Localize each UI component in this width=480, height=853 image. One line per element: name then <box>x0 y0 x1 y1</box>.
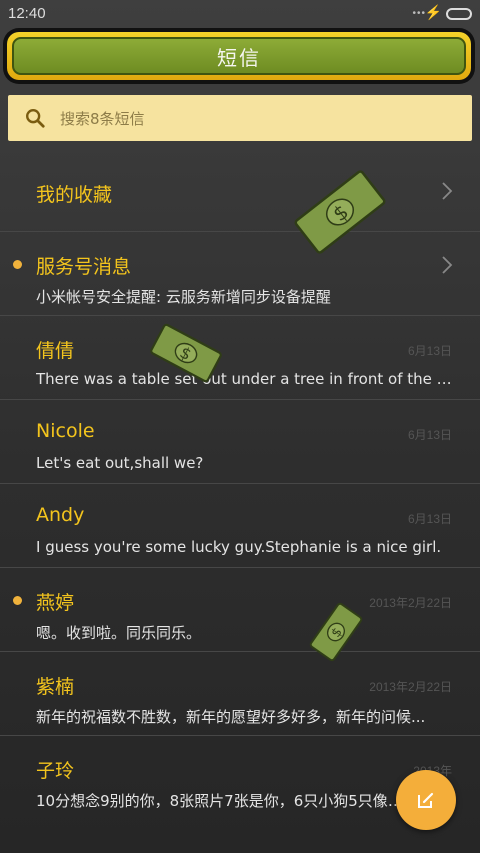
conversation-item[interactable]: Nicole 6月13日 Let's eat out,shall we? <box>0 400 480 484</box>
conversation-item[interactable]: 紫楠 2013年2月22日 新年的祝福数不胜数，新年的愿望好多好多，新年的问候.… <box>0 652 480 736</box>
conversation-date: 2013年2月22日 <box>369 596 452 610</box>
conversation-list: 我的收藏 服务号消息 小米帐号安全提醒: 云服务新增同步设备提醒 倩倩 6月13… <box>0 148 480 820</box>
money-bill-icon: $ <box>294 170 386 254</box>
conversation-name: 紫楠 <box>36 676 75 698</box>
search-input[interactable]: 搜索8条短信 <box>8 95 472 141</box>
chevron-right-icon <box>442 182 453 200</box>
conversation-date: 6月13日 <box>407 512 452 526</box>
conversation-name: 燕婷 <box>36 592 75 614</box>
conversation-date: 2013年2月22日 <box>369 680 452 694</box>
conversation-date: 6月13日 <box>407 344 452 358</box>
conversation-preview: There was a table set out under a tree i… <box>36 370 456 388</box>
edit-icon <box>418 792 434 808</box>
conversation-name: Andy <box>36 504 85 526</box>
conversation-item[interactable]: 倩倩 6月13日 There was a table set out under… <box>0 316 480 400</box>
conversation-preview: 新年的祝福数不胜数，新年的愿望好多好多，新年的问候... <box>36 708 426 726</box>
conversation-name: 子玲 <box>36 760 75 782</box>
conversation-preview: Let's eat out,shall we? <box>36 454 204 472</box>
money-bill-icon: $ <box>309 602 363 662</box>
favorites-item[interactable]: 我的收藏 <box>0 148 480 232</box>
conversation-preview: 10分想念9别的你，8张照片7张是你，6只小狗5只像你... <box>36 792 416 810</box>
charging-icon: ⚡ <box>424 4 442 20</box>
conversation-preview: 小米帐号安全提醒: 云服务新增同步设备提醒 <box>36 288 331 306</box>
conversation-name: 倩倩 <box>36 340 75 362</box>
conversation-preview: 嗯。收到啦。同乐同乐。 <box>36 624 202 642</box>
conversation-preview: I guess you're some lucky guy.Stephanie … <box>36 538 442 556</box>
compose-button[interactable] <box>396 770 456 830</box>
conversation-name: Nicole <box>36 420 95 442</box>
unread-dot <box>13 260 22 269</box>
page-title: 短信 <box>12 37 466 75</box>
unread-dot <box>13 596 22 605</box>
money-bill-icon: $ <box>150 323 222 383</box>
status-bar: 12:40 ••• ⚡ <box>0 0 480 28</box>
conversation-name: 服务号消息 <box>36 256 132 278</box>
battery-icon <box>446 8 472 20</box>
search-icon <box>26 109 45 128</box>
conversation-item[interactable]: 燕婷 2013年2月22日 嗯。收到啦。同乐同乐。 <box>0 568 480 652</box>
app-header: 短信 <box>3 28 475 84</box>
conversation-item[interactable]: Andy 6月13日 I guess you're some lucky guy… <box>0 484 480 568</box>
search-placeholder: 搜索8条短信 <box>60 109 145 128</box>
favorites-label: 我的收藏 <box>36 184 113 206</box>
conversation-date: 6月13日 <box>407 428 452 442</box>
chevron-right-icon <box>442 256 453 274</box>
conversation-item[interactable]: 服务号消息 小米帐号安全提醒: 云服务新增同步设备提醒 <box>0 232 480 316</box>
status-time: 12:40 <box>8 5 46 22</box>
